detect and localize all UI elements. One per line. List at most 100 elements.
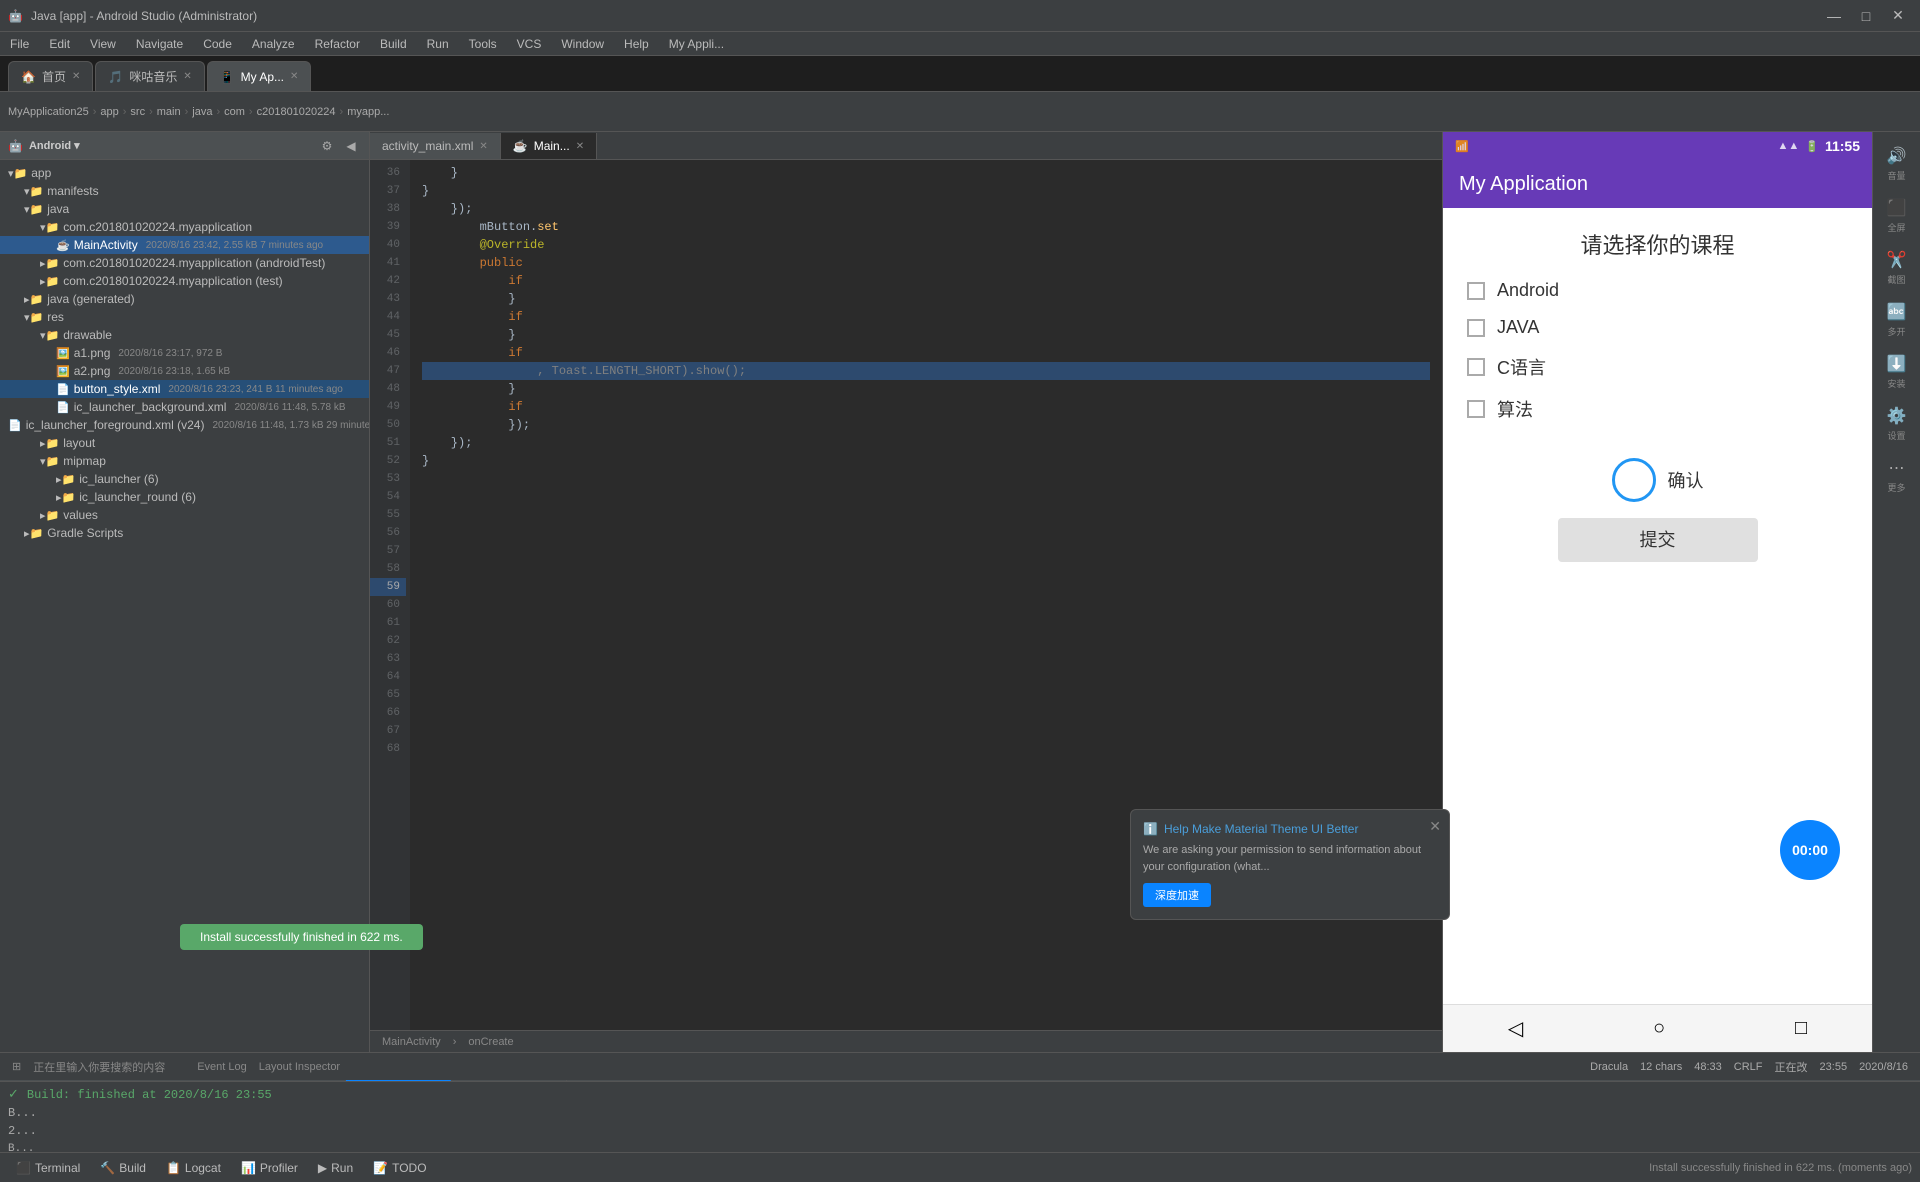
browser-tab-home-label: 首页 bbox=[42, 68, 66, 85]
browser-tab-app[interactable]: 📱 My Ap... ✕ bbox=[207, 61, 312, 91]
tree-folder-icon: ▾📁 bbox=[24, 203, 43, 216]
event-log-btn[interactable]: Event Log bbox=[197, 1061, 247, 1073]
checkbox-algo-box[interactable] bbox=[1467, 400, 1485, 418]
tree-item-drawable[interactable]: ▾📁 drawable bbox=[0, 326, 369, 344]
status-time: 23:55 bbox=[1820, 1061, 1848, 1073]
checkbox-android-box[interactable] bbox=[1467, 282, 1485, 300]
tree-java-icon: ☕ bbox=[56, 239, 70, 252]
sidebar-btn-install[interactable]: ⬇️ 安装 bbox=[1877, 348, 1917, 396]
tree-item-a1png[interactable]: 🖼️ a1.png 2020/8/16 23:17, 972 B bbox=[0, 344, 369, 362]
tree-item-manifests[interactable]: ▾📁 manifests bbox=[0, 182, 369, 200]
music-tab-icon: 🎵 bbox=[108, 70, 123, 84]
editor-tab-xml-close[interactable]: ✕ bbox=[479, 141, 487, 152]
browser-tab-music[interactable]: 🎵 咪咕音乐 ✕ bbox=[95, 61, 204, 91]
tree-item-java[interactable]: ▾📁 java bbox=[0, 200, 369, 218]
browser-tab-home[interactable]: 🏠 首页 ✕ bbox=[8, 61, 93, 91]
browser-tab-home-close[interactable]: ✕ bbox=[72, 71, 80, 82]
editor-tab-main-close[interactable]: ✕ bbox=[576, 141, 584, 152]
volume-icon: 🔊 bbox=[1887, 146, 1907, 166]
confirm-circle[interactable] bbox=[1612, 458, 1656, 502]
tree-item-mipmap[interactable]: ▾📁 mipmap bbox=[0, 452, 369, 470]
menu-file[interactable]: File bbox=[0, 32, 39, 55]
menu-navigate[interactable]: Navigate bbox=[126, 32, 193, 55]
close-button[interactable]: ✕ bbox=[1884, 4, 1912, 28]
terminal-button[interactable]: ⬛ Terminal bbox=[8, 1159, 88, 1177]
sidebar-btn-multiopen-label: 多开 bbox=[1887, 325, 1905, 338]
menu-help[interactable]: Help bbox=[614, 32, 659, 55]
tree-item-iclauncher[interactable]: ▸📁 ic_launcher (6) bbox=[0, 470, 369, 488]
logcat-button[interactable]: 📋 Logcat bbox=[158, 1159, 229, 1177]
menu-run[interactable]: Run bbox=[417, 32, 459, 55]
timer-widget[interactable]: 00:00 bbox=[1780, 820, 1840, 880]
tree-item-androidtest[interactable]: ▸📁 com.c201801020224.myapplication (andr… bbox=[0, 254, 369, 272]
notification-body: We are asking your permission to send in… bbox=[1143, 842, 1437, 875]
checkbox-clang: C语言 bbox=[1467, 354, 1848, 380]
editor-tab-main[interactable]: ☕ Main... ✕ bbox=[501, 133, 597, 159]
sidebar-btn-fullscreen[interactable]: ⬛ 全屏 bbox=[1877, 192, 1917, 240]
browser-tab-music-close[interactable]: ✕ bbox=[183, 71, 191, 82]
menu-code[interactable]: Code bbox=[193, 32, 242, 55]
menu-tools[interactable]: Tools bbox=[459, 32, 507, 55]
menu-window[interactable]: Window bbox=[551, 32, 614, 55]
nav-back-button[interactable]: ◁ bbox=[1508, 1016, 1523, 1041]
right-sidebar: 🔊 音量 ⬛ 全屏 ✂️ 截图 🔤 多开 ⬇️ 安装 ⚙️ 设置 ⋯ 更多 bbox=[1872, 132, 1920, 1052]
editor-tab-xml[interactable]: activity_main.xml ✕ bbox=[370, 133, 501, 159]
wifi-icon: 📶 bbox=[1455, 140, 1469, 153]
tree-item-java-gen[interactable]: ▸📁 java (generated) bbox=[0, 290, 369, 308]
minimize-button[interactable]: — bbox=[1820, 4, 1848, 28]
sidebar-btn-volume[interactable]: 🔊 音量 bbox=[1877, 140, 1917, 188]
tree-item-test[interactable]: ▸📁 com.c201801020224.myapplication (test… bbox=[0, 272, 369, 290]
tree-item-res[interactable]: ▾📁 res bbox=[0, 308, 369, 326]
tree-item-mainactivity[interactable]: ☕ MainActivity 2020/8/16 23:42, 2.55 kB … bbox=[0, 236, 369, 254]
sidebar-btn-multiopen[interactable]: 🔤 多开 bbox=[1877, 296, 1917, 344]
menu-build[interactable]: Build bbox=[370, 32, 417, 55]
nav-home-button[interactable]: ○ bbox=[1653, 1017, 1665, 1040]
tree-item-gradle[interactable]: ▸📁 Gradle Scripts bbox=[0, 524, 369, 542]
tree-item-iclauncher-round[interactable]: ▸📁 ic_launcher_round (6) bbox=[0, 488, 369, 506]
sidebar-btn-settings[interactable]: ⚙️ 设置 bbox=[1877, 400, 1917, 448]
breadcrumb-project: MyApplication25 bbox=[8, 106, 89, 118]
browser-tab-app-close[interactable]: ✕ bbox=[290, 71, 298, 82]
maximize-button[interactable]: □ bbox=[1852, 4, 1880, 28]
profiler-button[interactable]: 📊 Profiler bbox=[233, 1159, 306, 1177]
notification-close-button[interactable]: ✕ bbox=[1429, 818, 1441, 835]
confirm-text: 确认 bbox=[1668, 467, 1704, 493]
build-info-text-b2: B... bbox=[8, 1140, 34, 1152]
checkbox-algo: 算法 bbox=[1467, 396, 1848, 422]
submit-button[interactable]: 提交 bbox=[1558, 518, 1758, 562]
tree-item-layout[interactable]: ▸📁 layout bbox=[0, 434, 369, 452]
notification-accept-button[interactable]: 深度加速 bbox=[1143, 883, 1211, 907]
tree-item-buttonstyle[interactable]: 📄 button_style.xml 2020/8/16 23:23, 241 … bbox=[0, 380, 369, 398]
menu-analyze[interactable]: Analyze bbox=[242, 32, 305, 55]
checkbox-java: JAVA bbox=[1467, 317, 1848, 338]
tree-item-a2png[interactable]: 🖼️ a2.png 2020/8/16 23:18, 1.65 kB bbox=[0, 362, 369, 380]
run-button[interactable]: ▶ Run bbox=[310, 1159, 361, 1177]
checkbox-java-box[interactable] bbox=[1467, 319, 1485, 337]
menu-edit[interactable]: Edit bbox=[39, 32, 80, 55]
tree-folder-icon: ▾📁 bbox=[8, 167, 27, 180]
tree-item-iclauncher-fg[interactable]: 📄 ic_launcher_foreground.xml (v24) 2020/… bbox=[0, 416, 369, 434]
menu-view[interactable]: View bbox=[80, 32, 126, 55]
tree-item-pkg[interactable]: ▾📁 com.c201801020224.myapplication bbox=[0, 218, 369, 236]
menu-refactor[interactable]: Refactor bbox=[305, 32, 370, 55]
tree-folder-icon: ▾📁 bbox=[40, 455, 59, 468]
sidebar-btn-more[interactable]: ⋯ 更多 bbox=[1877, 452, 1917, 500]
tree-item-iclauncher-bg[interactable]: 📄 ic_launcher_background.xml 2020/8/16 1… bbox=[0, 398, 369, 416]
build-button[interactable]: 🔨 Build bbox=[92, 1159, 154, 1177]
layout-inspector-btn[interactable]: Layout Inspector bbox=[259, 1061, 340, 1073]
checkbox-clang-box[interactable] bbox=[1467, 358, 1485, 376]
tree-folder-icon: ▾📁 bbox=[24, 185, 43, 198]
build-line-text-1: Build: finished at 2020/8/16 23:55 bbox=[27, 1086, 272, 1104]
todo-button[interactable]: 📝 TODO bbox=[365, 1159, 434, 1177]
menu-vcs[interactable]: VCS bbox=[507, 32, 552, 55]
tree-item-app[interactable]: ▾📁 app bbox=[0, 164, 369, 182]
nav-recent-button[interactable]: □ bbox=[1795, 1017, 1807, 1040]
breadcrumb-sep6: › bbox=[249, 106, 253, 118]
sidebar-btn-screenshot[interactable]: ✂️ 截图 bbox=[1877, 244, 1917, 292]
checkbox-algo-label: 算法 bbox=[1497, 396, 1533, 422]
tree-item-values[interactable]: ▸📁 values bbox=[0, 506, 369, 524]
panel-collapse-btn[interactable]: ◀ bbox=[341, 136, 361, 156]
panel-settings-btn[interactable]: ⚙ bbox=[317, 136, 337, 156]
checkbox-android-label: Android bbox=[1497, 280, 1559, 301]
menu-myapp[interactable]: My Appli... bbox=[659, 32, 734, 55]
